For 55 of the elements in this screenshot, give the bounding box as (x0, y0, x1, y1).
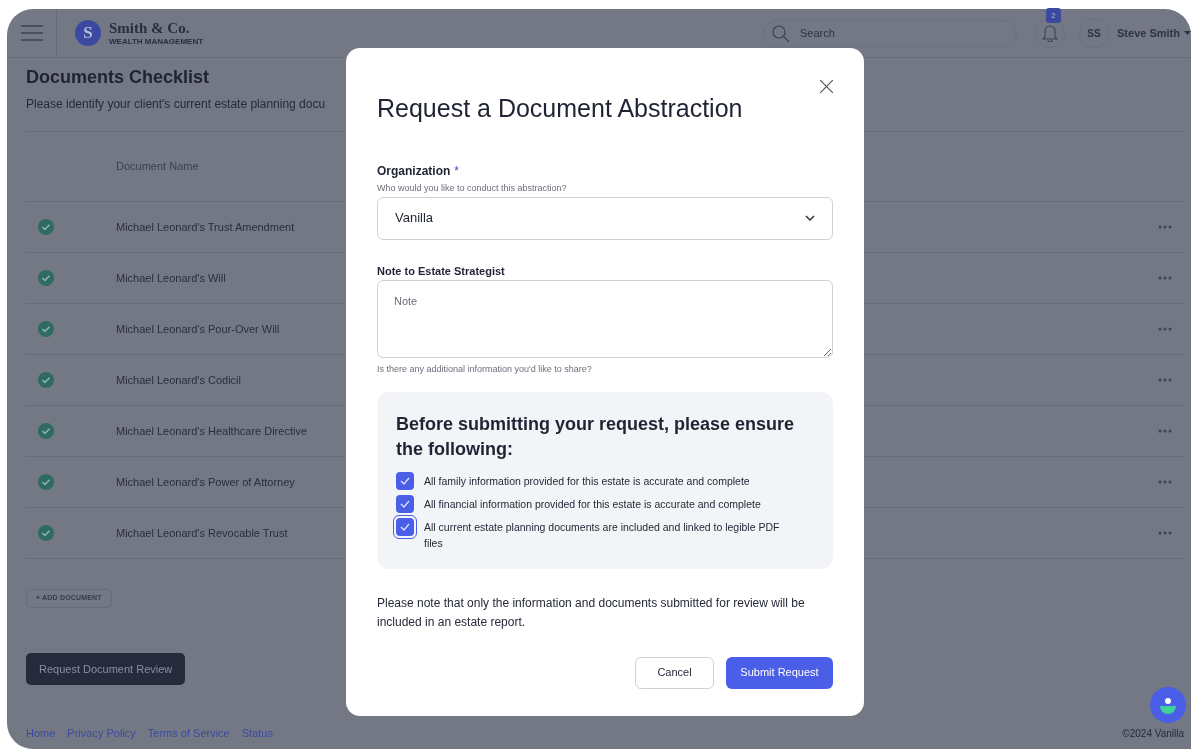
document-name: Michael Leonard's Trust Amendment (116, 219, 295, 235)
more-options-icon[interactable] (1158, 378, 1172, 382)
more-options-icon[interactable] (1158, 276, 1172, 280)
user-name[interactable]: Steve Smith (1117, 24, 1180, 42)
footer-link[interactable]: Privacy Policy (67, 724, 136, 742)
document-name: Michael Leonard's Will (116, 270, 226, 286)
close-icon[interactable] (820, 80, 833, 93)
document-name: Michael Leonard's Power of Attorney (116, 474, 295, 490)
more-options-icon[interactable] (1158, 429, 1172, 433)
bell-icon (1042, 24, 1059, 42)
dialog-title: Request a Document Abstraction (377, 93, 744, 124)
notification-count: 2 (1046, 8, 1062, 23)
checkbox-label: All current estate planning documents are included and linked to legible PDF files (424, 519, 781, 551)
footer-link[interactable]: Home (26, 724, 56, 742)
field-label: Organization (377, 163, 451, 180)
organization-select[interactable]: Vanilla (377, 196, 833, 240)
brand-name: Smith & Co. (109, 20, 191, 36)
search-field[interactable]: Search (763, 19, 1018, 47)
document-name: Michael Leonard's Revocable Trust (116, 525, 288, 541)
checkbox-label: All family information provided for this estate is accurate and complete (424, 473, 750, 489)
cancel-button[interactable]: Cancel (635, 656, 714, 689)
page-title: Documents Checklist (26, 66, 210, 88)
brand-subtitle: WEALTH MANAGEMENT (109, 37, 204, 46)
more-options-icon[interactable] (1158, 225, 1172, 229)
page-description: Please identify your client's current estate planning docu (26, 96, 327, 113)
field-hint: Who would you like to conduct this abstraction? (377, 182, 568, 195)
checkbox[interactable] (396, 494, 414, 513)
required-mark: * (454, 163, 459, 180)
document-name: Michael Leonard's Pour-Over Will (116, 321, 280, 337)
request-review-button[interactable]: Request Document Review (26, 652, 186, 685)
footer-link[interactable]: Terms of Service (147, 724, 230, 742)
checkmark-icon (400, 499, 410, 508)
field-hint: Is there any additional information you'd like to share? (377, 363, 593, 376)
note-textarea[interactable]: Note (377, 280, 833, 358)
notice-text: Please note that only the information and documents submitted for review will be included in an estate report. (377, 594, 806, 631)
checkbox-label: All financial information provided for this estate is accurate and complete (424, 496, 761, 512)
footer-link[interactable]: Status (241, 724, 273, 742)
checkmark-icon (400, 522, 410, 531)
search-icon (772, 24, 791, 43)
document-name: Michael Leonard's Healthcare Directive (116, 423, 308, 439)
chevron-down-icon (805, 215, 815, 221)
document-name: Michael Leonard's Codicil (116, 372, 241, 388)
more-options-icon[interactable] (1158, 480, 1172, 484)
submit-button[interactable]: Submit Request (726, 656, 833, 689)
logo-badge: S (75, 20, 101, 46)
panel-heading: Before submitting your request, please ensure the following: (396, 412, 796, 461)
field-label: Note to Estate Strategist (377, 263, 506, 279)
caret-icon[interactable] (1184, 30, 1191, 36)
checkmark-icon (400, 476, 410, 485)
checkbox[interactable] (396, 471, 414, 490)
more-options-icon[interactable] (1158, 531, 1172, 535)
sprout-icon (1158, 695, 1178, 715)
copyright: ©2024 Vanilla (1122, 726, 1184, 741)
more-options-icon[interactable] (1158, 327, 1172, 331)
menu-icon[interactable] (20, 25, 43, 41)
